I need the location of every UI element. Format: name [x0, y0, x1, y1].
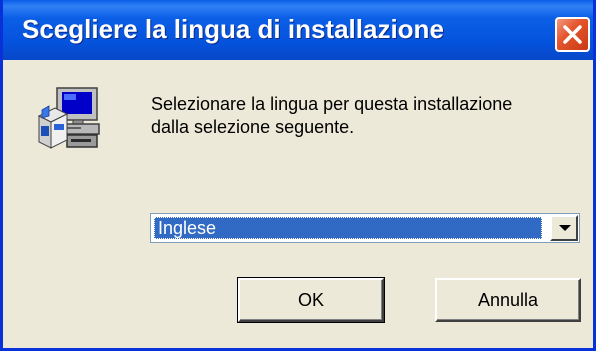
close-button[interactable] — [555, 17, 590, 52]
close-icon — [563, 25, 582, 44]
chevron-down-icon[interactable] — [550, 215, 578, 241]
instruction-line-1: Selezionare la lingua per questa install… — [151, 94, 513, 114]
language-select[interactable]: Inglese — [150, 213, 580, 243]
language-select-value: Inglese — [154, 217, 542, 239]
window-title: Scegliere la lingua di installazione — [22, 14, 444, 44]
computer-setup-icon — [37, 87, 100, 149]
cancel-button[interactable]: Annulla — [435, 278, 581, 322]
instruction-text: Selezionare la lingua per questa install… — [151, 93, 512, 139]
title-bar[interactable]: Scegliere la lingua di installazione — [3, 0, 593, 60]
ok-button[interactable]: OK — [237, 277, 385, 323]
installer-language-dialog: Scegliere la lingua di installazione Sel… — [0, 0, 596, 351]
instruction-line-2: dalla selezione seguente. — [151, 117, 355, 137]
